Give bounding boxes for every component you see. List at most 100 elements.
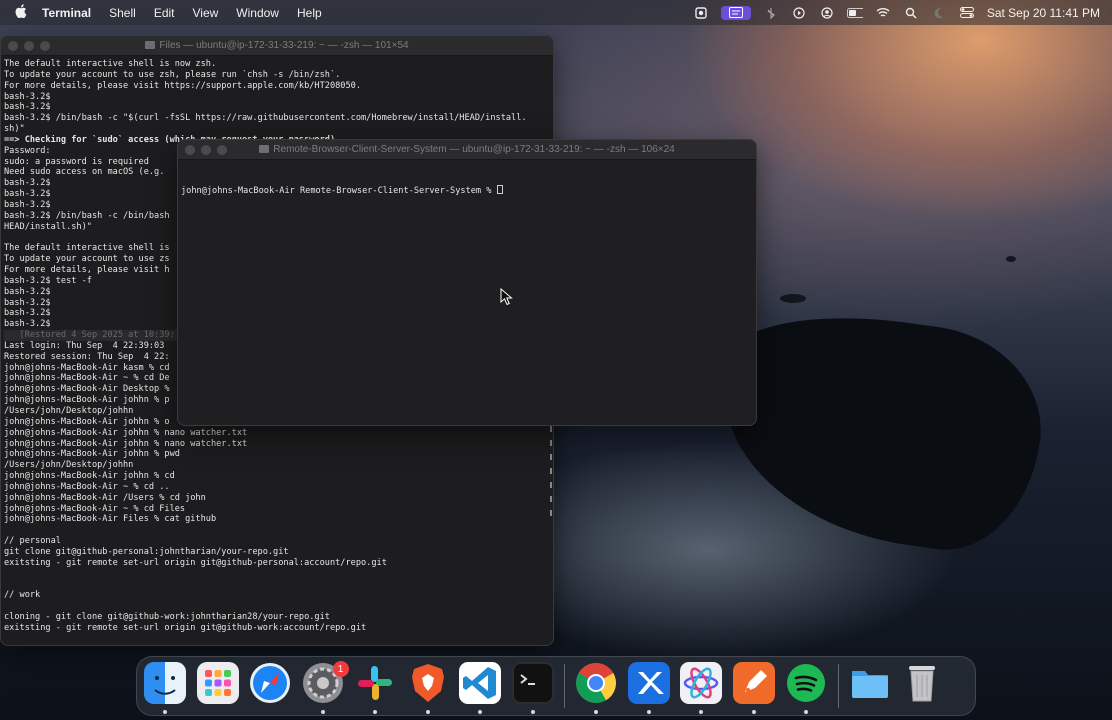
finder-icon — [144, 662, 186, 710]
control-center-icon[interactable] — [959, 6, 975, 20]
dock-item-chrome[interactable] — [575, 663, 617, 714]
terminal-line: john@johns-MacBook-Air johhn % cd — [4, 471, 175, 482]
running-indicator — [373, 710, 377, 714]
menu-help[interactable]: Help — [297, 6, 322, 20]
running-indicator — [804, 710, 808, 714]
terminal-line: john@johns-MacBook-Air ~ % cd Files — [4, 503, 186, 514]
terminal-line: bash-3.2$ — [4, 102, 51, 113]
dock-item-folder[interactable] — [849, 665, 891, 707]
running-indicator — [699, 710, 703, 714]
window-titlebar[interactable]: Files — ubuntu@ip-172-31-33-219: ~ — -zs… — [1, 36, 553, 56]
running-indicator — [530, 710, 535, 714]
running-indicator — [646, 710, 651, 714]
dock-separator — [837, 664, 839, 708]
dock-item-slack[interactable] — [354, 662, 396, 714]
running-indicator — [594, 710, 598, 714]
menu-app-name[interactable]: Terminal — [42, 6, 91, 20]
dock-item-vscode[interactable] — [459, 662, 501, 714]
rock — [1006, 256, 1016, 262]
menu-clock[interactable]: Sat Sep 20 11:41 PM — [987, 6, 1100, 20]
safari-icon — [249, 662, 291, 710]
window-title-text: Files — ubuntu@ip-172-31-33-219: ~ — -zs… — [159, 40, 409, 51]
terminal-line: // personal — [4, 536, 61, 547]
dock-item-finder[interactable] — [144, 662, 186, 714]
shell-prompt: john@johns-MacBook-Air Remote-Browser-Cl… — [181, 185, 497, 196]
play-icon[interactable] — [791, 6, 807, 20]
dock-item-launchpad[interactable] — [196, 662, 239, 710]
folder-icon — [849, 662, 891, 710]
xcode-icon — [627, 662, 670, 710]
menu-shell[interactable]: Shell — [109, 6, 136, 20]
terminal-line: john@johns-MacBook-Air johhn % pwd — [4, 449, 180, 460]
terminal-line: sh)" — [4, 124, 25, 135]
terminal-line: For more details, please visit https://s… — [4, 80, 361, 91]
user-icon[interactable] — [819, 6, 835, 20]
screen-mirroring-icon[interactable] — [720, 5, 751, 20]
menu-window[interactable]: Window — [236, 6, 279, 20]
wifi-icon[interactable] — [875, 6, 891, 20]
menu-bar: Terminal Shell Edit View Window Help Sat… — [0, 0, 1112, 25]
dock-item-pen-app[interactable] — [732, 662, 775, 714]
folder-icon — [259, 145, 270, 153]
menu-edit[interactable]: Edit — [154, 6, 175, 20]
trash-icon — [901, 662, 943, 710]
do-not-disturb-icon[interactable] — [931, 6, 947, 20]
dock-item-electron-app[interactable] — [680, 662, 722, 714]
dock-item-spotify[interactable] — [785, 662, 827, 714]
window-title-text: Remote-Browser-Client-Server-System — ub… — [273, 144, 675, 155]
mouse-pointer-icon — [500, 288, 513, 306]
brave-icon — [407, 662, 449, 710]
terminal-line: bash-3.2$ — [4, 91, 51, 102]
running-indicator — [478, 710, 482, 714]
dock-item-trash[interactable] — [901, 665, 943, 707]
scroll-markers — [550, 426, 553, 524]
running-indicator — [751, 710, 756, 714]
dock: 1 — [136, 656, 976, 716]
bluetooth-off-icon[interactable] — [763, 6, 779, 20]
apple-menu-icon[interactable] — [14, 4, 28, 21]
notification-badge: 1 — [332, 661, 349, 677]
terminal-line: john@johns-MacBook-Air johhn % nano watc… — [4, 438, 248, 449]
battery-icon[interactable] — [846, 6, 863, 20]
terminal-line: john@johns-MacBook-Air johhn % nano watc… — [4, 427, 248, 438]
running-indicator — [163, 710, 167, 714]
pen-app-icon — [732, 662, 775, 710]
running-indicator — [320, 710, 325, 714]
launchpad-icon — [196, 662, 239, 710]
terminal-icon — [511, 662, 554, 710]
terminal-line: // work — [4, 590, 41, 601]
terminal-line: cloning - git clone git@github-work:john… — [4, 612, 330, 623]
terminal-input-area[interactable]: john@johns-MacBook-Air Remote-Browser-Cl… — [178, 160, 756, 220]
terminal-line: john@johns-MacBook-Air /Users % cd john — [4, 492, 206, 503]
window-title: Files — ubuntu@ip-172-31-33-219: ~ — -zs… — [1, 36, 553, 56]
folder-icon — [145, 41, 156, 49]
terminal-window-remote-browser[interactable]: Remote-Browser-Client-Server-System — ub… — [177, 139, 757, 426]
running-indicator — [425, 710, 430, 714]
vscode-icon — [459, 662, 501, 710]
dock-item-safari[interactable] — [249, 662, 291, 710]
dock-item-terminal[interactable] — [511, 662, 554, 714]
menu-view[interactable]: View — [193, 6, 219, 20]
status-area: Sat Sep 20 11:41 PM — [693, 0, 1112, 25]
dock-item-system-settings[interactable]: 1 — [302, 661, 349, 714]
dock-separator — [564, 664, 565, 708]
dock-item-xcode[interactable] — [627, 662, 670, 714]
screen-recorder-icon[interactable] — [693, 6, 709, 20]
terminal-line: The default interactive shell is now zsh… — [4, 59, 217, 69]
search-icon[interactable] — [903, 6, 919, 20]
window-titlebar[interactable]: Remote-Browser-Client-Server-System — ub… — [178, 140, 756, 160]
terminal-line: bash-3.2$ /bin/bash -c "$(curl -fsSL htt… — [4, 113, 527, 124]
terminal-line: john@johns-MacBook-Air ~ % cd .. — [4, 481, 170, 492]
rock — [780, 294, 806, 303]
dock-item-brave[interactable] — [407, 662, 449, 714]
electron-app-icon — [680, 662, 722, 710]
slack-icon — [354, 662, 396, 710]
text-cursor — [496, 184, 503, 194]
spotify-icon — [785, 662, 827, 710]
terminal-line: /Users/john/Desktop/johhn — [4, 460, 134, 471]
terminal-line: To update your account to use zsh, pleas… — [4, 69, 341, 80]
